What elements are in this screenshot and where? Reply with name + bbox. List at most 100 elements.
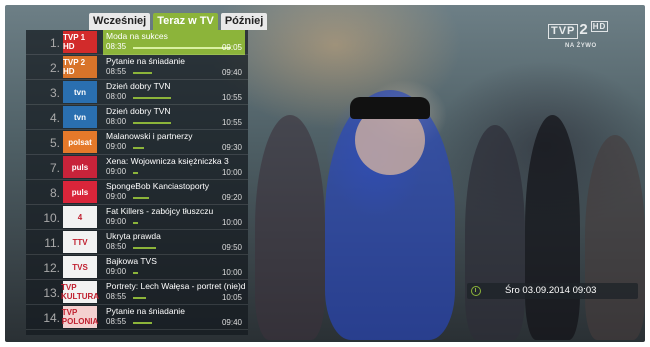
channel-logo: TVP 2 HD bbox=[548, 21, 609, 39]
datetime-text: Śro 03.09.2014 09:03 bbox=[505, 285, 597, 296]
row-divider bbox=[26, 329, 248, 330]
program-end: 09:30 bbox=[221, 143, 242, 152]
background-photo bbox=[465, 125, 525, 340]
program-end: 09:05 bbox=[221, 43, 242, 52]
channel-logo-icon: TVP POLONIA bbox=[61, 306, 99, 328]
program-info: Bajkowa TVS 09:00 10:00 bbox=[103, 255, 245, 280]
channel-logo-icon: TTV bbox=[63, 231, 97, 253]
background-photo bbox=[525, 115, 580, 340]
background-photo bbox=[255, 115, 325, 340]
clock-icon bbox=[471, 286, 481, 296]
program-info: Xena: Wojownicza księżniczka 3 09:00 10:00 bbox=[103, 155, 245, 180]
program-progress bbox=[133, 47, 231, 49]
program-progress bbox=[133, 272, 138, 274]
program-end: 10:55 bbox=[221, 118, 242, 127]
channel-row[interactable]: 14. TVP POLONIA Pytanie na śniadanie 08:55 0… bbox=[26, 305, 248, 330]
channel-logo-icon: TVP 2 HD bbox=[63, 56, 97, 78]
program-title: Portrety: Lech Wałęsa - portret (nie)d bbox=[106, 281, 245, 291]
datetime-box: Śro 03.09.2014 09:03 bbox=[467, 283, 638, 299]
program-progress bbox=[133, 72, 152, 74]
channel-number: 11. bbox=[44, 236, 60, 250]
channel-row[interactable]: 11. TTV Ukryta prawda 08:50 09:50 bbox=[26, 230, 248, 255]
epg-tabs: Wcześniej Teraz w TV Później bbox=[89, 13, 268, 30]
background-photo bbox=[585, 135, 645, 340]
channel-row[interactable]: 4. tvn Dzień dobry TVN 08:00 10:55 bbox=[26, 105, 248, 130]
hd-badge: HD bbox=[590, 21, 609, 32]
program-start: 09:00 bbox=[106, 217, 127, 226]
program-progress bbox=[133, 222, 138, 224]
program-end: 10:00 bbox=[221, 268, 242, 277]
channel-row[interactable]: 10. 4 Fat Killers - zabójcy tłuszczu 09:00 1… bbox=[26, 205, 248, 230]
program-end: 09:40 bbox=[221, 318, 242, 327]
channel-number: 14. bbox=[43, 311, 60, 325]
channel-number: 3. bbox=[49, 86, 60, 100]
program-start: 08:00 bbox=[106, 117, 127, 126]
program-title: Dzień dobry TVN bbox=[106, 106, 171, 116]
program-info: Malanowski i partnerzy 09:00 09:30 bbox=[103, 130, 245, 155]
channel-row[interactable]: 13. TVP KULTURA Portrety: Lech Wałęsa - po… bbox=[26, 280, 248, 305]
program-progress bbox=[133, 197, 149, 199]
channel-number: 1. bbox=[49, 36, 60, 50]
program-info: Moda na sukces 08:35 09:05 bbox=[103, 30, 245, 55]
program-title: Moda na sukces bbox=[106, 31, 168, 41]
program-start: 09:00 bbox=[106, 142, 127, 151]
program-start: 08:35 bbox=[106, 42, 127, 51]
program-title: Pytanie na śniadanie bbox=[106, 306, 185, 316]
program-info: Pytanie na śniadanie 08:55 09:40 bbox=[103, 305, 245, 330]
channel-row[interactable]: 3. tvn Dzień dobry TVN 08:00 10:55 bbox=[26, 80, 248, 105]
channel-row[interactable]: 8. puls SpongeBob Kanciastoporty 09:00 09:20 bbox=[26, 180, 248, 205]
program-info: Fat Killers - zabójcy tłuszczu 09:00 10:00 bbox=[103, 205, 245, 230]
program-title: Malanowski i partnerzy bbox=[106, 131, 193, 141]
channel-logo-icon: puls bbox=[63, 156, 97, 178]
channel-number: 5. bbox=[49, 136, 60, 150]
tab-earlier[interactable]: Wcześniej bbox=[89, 13, 151, 30]
program-info: Pytanie na śniadanie 08:55 09:40 bbox=[103, 55, 245, 80]
program-start: 08:00 bbox=[106, 92, 127, 101]
channel-number: 10. bbox=[43, 211, 60, 225]
channel-logo-icon: 4 bbox=[63, 206, 97, 228]
program-end: 09:50 bbox=[221, 243, 242, 252]
channel-logo-icon: tvn bbox=[63, 106, 97, 128]
program-end: 10:00 bbox=[221, 168, 242, 177]
channel-row[interactable]: 1. TVP 1 HD Moda na sukces 08:35 09:05 bbox=[26, 30, 248, 55]
program-title: Ukryta prawda bbox=[106, 231, 161, 241]
program-end: 09:40 bbox=[221, 68, 242, 77]
program-progress bbox=[133, 122, 171, 124]
channel-logo-icon: tvn bbox=[63, 81, 97, 103]
program-start: 08:50 bbox=[106, 242, 127, 251]
channel-number: 2. bbox=[49, 61, 60, 75]
program-progress bbox=[133, 247, 156, 249]
program-info: Portrety: Lech Wałęsa - portret (nie)d 08… bbox=[103, 280, 245, 305]
channel-number: 12. bbox=[43, 261, 60, 275]
channel-logo-icon: TVS bbox=[63, 256, 97, 278]
program-end: 09:20 bbox=[221, 193, 242, 202]
program-info: Dzień dobry TVN 08:00 10:55 bbox=[103, 80, 245, 105]
program-progress bbox=[133, 322, 152, 324]
tab-later[interactable]: Później bbox=[220, 13, 268, 30]
program-end: 10:00 bbox=[221, 218, 242, 227]
program-progress bbox=[133, 147, 144, 149]
channel-logo-icon: polsat bbox=[63, 131, 97, 153]
channel-logo-number: 2 bbox=[579, 21, 589, 38]
channel-row[interactable]: 7. puls Xena: Wojownicza księżniczka 3 09:0… bbox=[26, 155, 248, 180]
program-start: 08:55 bbox=[106, 67, 127, 76]
channel-number: 7. bbox=[49, 161, 60, 175]
program-title: Xena: Wojownicza księżniczka 3 bbox=[106, 156, 229, 166]
program-title: Dzień dobry TVN bbox=[106, 81, 171, 91]
program-info: SpongeBob Kanciastoporty 09:00 09:20 bbox=[103, 180, 245, 205]
background-photo bbox=[350, 97, 430, 119]
channel-logo-icon: TVP 1 HD bbox=[63, 31, 97, 53]
program-start: 09:00 bbox=[106, 267, 127, 276]
channel-logo-brand: TVP bbox=[548, 24, 579, 39]
channel-row[interactable]: 2. TVP 2 HD Pytanie na śniadanie 08:55 09:40 bbox=[26, 55, 248, 80]
program-progress bbox=[133, 297, 146, 299]
program-info: Dzień dobry TVN 08:00 10:55 bbox=[103, 105, 245, 130]
channel-number: 8. bbox=[49, 186, 60, 200]
program-progress bbox=[133, 172, 138, 174]
channel-row[interactable]: 5. polsat Malanowski i partnerzy 09:00 09:30 bbox=[26, 130, 248, 155]
program-start: 09:00 bbox=[106, 167, 127, 176]
tab-now[interactable]: Teraz w TV bbox=[153, 13, 218, 30]
program-title: Fat Killers - zabójcy tłuszczu bbox=[106, 206, 214, 216]
program-title: Pytanie na śniadanie bbox=[106, 56, 185, 66]
channel-row[interactable]: 12. TVS Bajkowa TVS 09:00 10:00 bbox=[26, 255, 248, 280]
